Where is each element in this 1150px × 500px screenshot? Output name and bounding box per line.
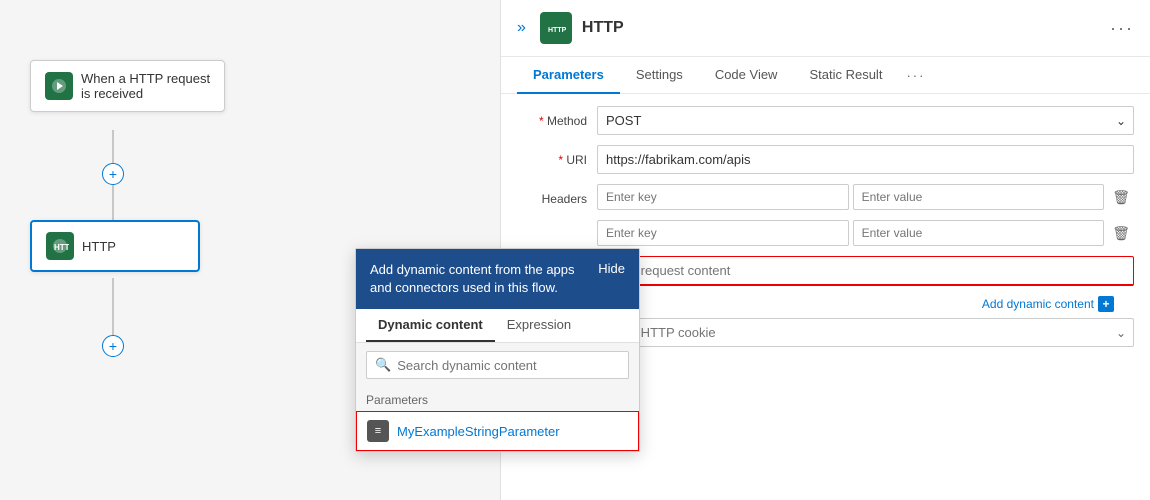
- dynamic-content-popup: Add dynamic content from the apps and co…: [355, 248, 640, 452]
- headers-inputs-2: 🗑: [597, 220, 1134, 246]
- panel-title: HTTP: [582, 19, 1100, 37]
- add-dynamic-content-button[interactable]: Add dynamic content +: [982, 296, 1114, 312]
- plus-icon-2[interactable]: +: [102, 335, 124, 357]
- headers-row-2: 🗑: [517, 220, 1134, 246]
- plus-icon-1[interactable]: +: [102, 163, 124, 185]
- svg-text:HTTP: HTTP: [54, 243, 69, 252]
- body-input[interactable]: [597, 256, 1134, 286]
- method-select[interactable]: POST: [597, 106, 1134, 135]
- parameter-icon: ≡: [367, 420, 389, 442]
- headers-inputs-1: 🗑: [597, 184, 1134, 210]
- svg-text:HTTP: HTTP: [548, 27, 566, 34]
- canvas-panel: When a HTTP request is received + HTTP H…: [0, 0, 500, 500]
- trigger-icon: [45, 72, 73, 100]
- header-delete-2[interactable]: 🗑: [1108, 223, 1134, 244]
- trigger-node[interactable]: When a HTTP request is received: [30, 60, 225, 112]
- method-label: Method: [517, 106, 587, 128]
- uri-input[interactable]: [597, 145, 1134, 174]
- headers-label-2: [517, 220, 587, 228]
- panel-http-icon: HTTP: [540, 12, 572, 44]
- search-box: 🔍: [366, 351, 629, 379]
- popup-header-text: Add dynamic content from the apps and co…: [370, 261, 588, 297]
- popup-search-area: 🔍: [356, 343, 639, 387]
- tabs-more-button[interactable]: ···: [898, 57, 933, 93]
- cookie-chevron-icon: ⌄: [1116, 326, 1126, 340]
- tab-dynamic-content[interactable]: Dynamic content: [366, 309, 495, 342]
- header-value-2[interactable]: [853, 220, 1105, 246]
- header-delete-1[interactable]: 🗑: [1108, 187, 1134, 208]
- tab-settings[interactable]: Settings: [620, 57, 699, 94]
- popup-tabs: Dynamic content Expression: [356, 309, 639, 343]
- popup-header: Add dynamic content from the apps and co…: [356, 249, 639, 309]
- panel-more-button[interactable]: ···: [1110, 18, 1134, 39]
- panel-tabs: Parameters Settings Code View Static Res…: [501, 57, 1150, 94]
- cookie-input[interactable]: [597, 318, 1134, 347]
- uri-label: URI: [517, 145, 587, 167]
- http-label: HTTP: [82, 239, 116, 254]
- headers-row-1: Headers 🗑: [517, 184, 1134, 210]
- add-step-1[interactable]: +: [102, 163, 124, 185]
- search-icon: 🔍: [375, 357, 391, 373]
- popup-section-parameters: Parameters: [356, 387, 639, 411]
- parameter-label: MyExampleStringParameter: [397, 424, 560, 439]
- trigger-label: When a HTTP request is received: [81, 71, 210, 101]
- search-dynamic-input[interactable]: [397, 358, 620, 373]
- tab-static-result[interactable]: Static Result: [793, 57, 898, 94]
- headers-label: Headers: [517, 184, 587, 206]
- panel-header: » HTTP HTTP ···: [501, 0, 1150, 57]
- method-row: Method POST ⌄: [517, 106, 1134, 135]
- add-step-2[interactable]: +: [102, 335, 124, 357]
- expand-button[interactable]: »: [517, 19, 526, 37]
- cookie-input-wrapper: ⌄: [597, 318, 1134, 347]
- header-key-1[interactable]: [597, 184, 849, 210]
- tab-expression[interactable]: Expression: [495, 309, 583, 342]
- popup-hide-button[interactable]: Hide: [598, 261, 625, 276]
- uri-row: URI: [517, 145, 1134, 174]
- header-key-2[interactable]: [597, 220, 849, 246]
- http-node[interactable]: HTTP HTTP: [30, 220, 200, 272]
- tab-code-view[interactable]: Code View: [699, 57, 794, 94]
- tab-parameters[interactable]: Parameters: [517, 57, 620, 94]
- header-value-1[interactable]: [853, 184, 1105, 210]
- method-select-wrapper: POST ⌄: [597, 106, 1134, 135]
- method-chevron-icon: ⌄: [1116, 114, 1126, 128]
- add-dynamic-icon: +: [1098, 296, 1114, 312]
- dynamic-item-0[interactable]: ≡ MyExampleStringParameter: [356, 411, 639, 451]
- http-icon: HTTP: [46, 232, 74, 260]
